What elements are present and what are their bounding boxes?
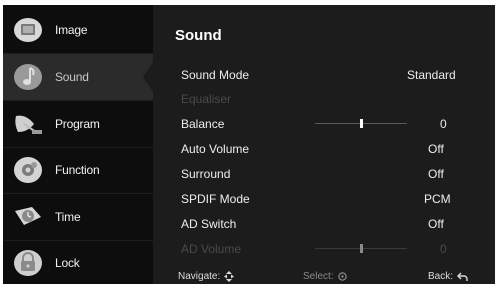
setting-value: Standard bbox=[407, 68, 456, 82]
setting-label: Sound Mode bbox=[181, 68, 250, 82]
back-label: Back: bbox=[428, 271, 454, 282]
sidebar-item-program[interactable]: Program bbox=[3, 101, 153, 148]
spdif-mode-row[interactable]: SPDIF Mode PCM bbox=[181, 188, 481, 210]
setting-label: AD Switch bbox=[181, 217, 237, 231]
image-icon bbox=[11, 15, 45, 45]
setting-label: AD Volume bbox=[181, 242, 242, 256]
sound-mode-row[interactable]: Sound Mode Standard bbox=[181, 64, 481, 86]
sidebar-menu: Image Sound Program Function Time Lock bbox=[3, 5, 153, 284]
navigate-hint: Navigate: bbox=[178, 271, 235, 282]
footer-hints: Navigate: Select: Back: bbox=[153, 267, 495, 284]
sidebar-item-label: Image bbox=[55, 23, 88, 37]
setting-label: SPDIF Mode bbox=[181, 192, 250, 206]
sidebar-item-sound[interactable]: Sound bbox=[3, 54, 153, 101]
tv-settings-screen: Image Sound Program Function Time Lock S… bbox=[3, 5, 495, 284]
lock-icon bbox=[11, 248, 45, 278]
clock-icon bbox=[11, 202, 45, 232]
sound-settings-panel: Sound Sound Mode Standard Equaliser Bala… bbox=[153, 5, 495, 284]
sidebar-item-image[interactable]: Image bbox=[3, 7, 153, 54]
setting-value: 0 bbox=[440, 242, 447, 256]
back-arrow-icon bbox=[457, 272, 468, 281]
sidebar-item-label: Lock bbox=[55, 256, 80, 270]
setting-value: Off bbox=[428, 217, 444, 231]
arrows-icon bbox=[224, 271, 235, 282]
navigate-label: Navigate: bbox=[178, 271, 221, 282]
setting-label: Equaliser bbox=[181, 92, 232, 106]
equaliser-row: Equaliser bbox=[181, 88, 481, 110]
music-note-icon bbox=[11, 62, 45, 92]
setting-label: Balance bbox=[181, 117, 225, 131]
select-hint: Select: bbox=[303, 271, 347, 282]
setting-value: 0 bbox=[440, 117, 447, 131]
ad-volume-row: AD Volume 0 bbox=[181, 238, 481, 260]
setting-value: PCM bbox=[424, 192, 451, 206]
selection-pointer bbox=[143, 62, 153, 92]
select-label: Select: bbox=[303, 271, 334, 282]
sidebar-item-function[interactable]: Function bbox=[3, 147, 153, 194]
auto-volume-row[interactable]: Auto Volume Off bbox=[181, 138, 481, 160]
sidebar-item-time[interactable]: Time bbox=[3, 194, 153, 241]
slider-knob bbox=[359, 244, 363, 253]
ok-button-icon bbox=[337, 272, 347, 281]
sidebar-item-lock[interactable]: Lock bbox=[3, 240, 153, 284]
slider-knob[interactable] bbox=[359, 119, 363, 128]
back-hint: Back: bbox=[428, 271, 468, 282]
setting-value: Off bbox=[428, 142, 444, 156]
setting-value: Off bbox=[428, 167, 444, 181]
sidebar-item-label: Time bbox=[55, 210, 81, 224]
sidebar-item-label: Function bbox=[55, 163, 100, 177]
ad-switch-row[interactable]: AD Switch Off bbox=[181, 213, 481, 235]
balance-slider[interactable] bbox=[315, 119, 407, 128]
balance-row[interactable]: Balance 0 bbox=[181, 113, 481, 135]
sidebar-item-label: Sound bbox=[55, 70, 89, 84]
gear-icon bbox=[11, 155, 45, 185]
sidebar-item-label: Program bbox=[55, 117, 100, 131]
setting-label: Surround bbox=[181, 167, 231, 181]
setting-label: Auto Volume bbox=[181, 142, 250, 156]
surround-row[interactable]: Surround Off bbox=[181, 163, 481, 185]
ad-volume-slider bbox=[315, 244, 407, 253]
satellite-dish-icon bbox=[11, 109, 45, 139]
panel-title: Sound bbox=[175, 27, 222, 44]
